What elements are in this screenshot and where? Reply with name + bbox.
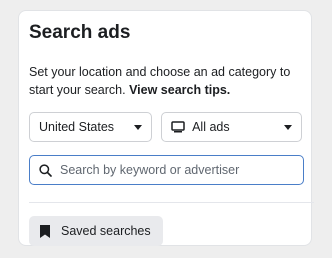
divider: [29, 202, 314, 203]
search-icon: [39, 163, 52, 177]
saved-searches-button[interactable]: Saved searches: [29, 216, 163, 246]
view-search-tips-link[interactable]: View search tips.: [129, 83, 230, 97]
caret-down-icon: [284, 124, 292, 130]
search-ads-panel: Search ads Set your location and choose …: [18, 10, 314, 246]
caret-down-icon: [134, 124, 143, 130]
search-input[interactable]: [60, 163, 294, 177]
country-select-value: United States: [39, 120, 115, 134]
ad-category-select[interactable]: All ads: [161, 112, 302, 142]
monitor-icon: [171, 121, 185, 133]
panel-title: Search ads: [29, 22, 131, 43]
filter-row: United States All ads: [29, 112, 302, 142]
ad-category-value: All ads: [192, 120, 230, 134]
bookmark-icon: [40, 224, 50, 238]
panel-description: Set your location and choose an ad categ…: [29, 63, 302, 99]
saved-searches-label: Saved searches: [61, 224, 151, 238]
search-field[interactable]: [29, 155, 304, 185]
country-select[interactable]: United States: [29, 112, 153, 142]
